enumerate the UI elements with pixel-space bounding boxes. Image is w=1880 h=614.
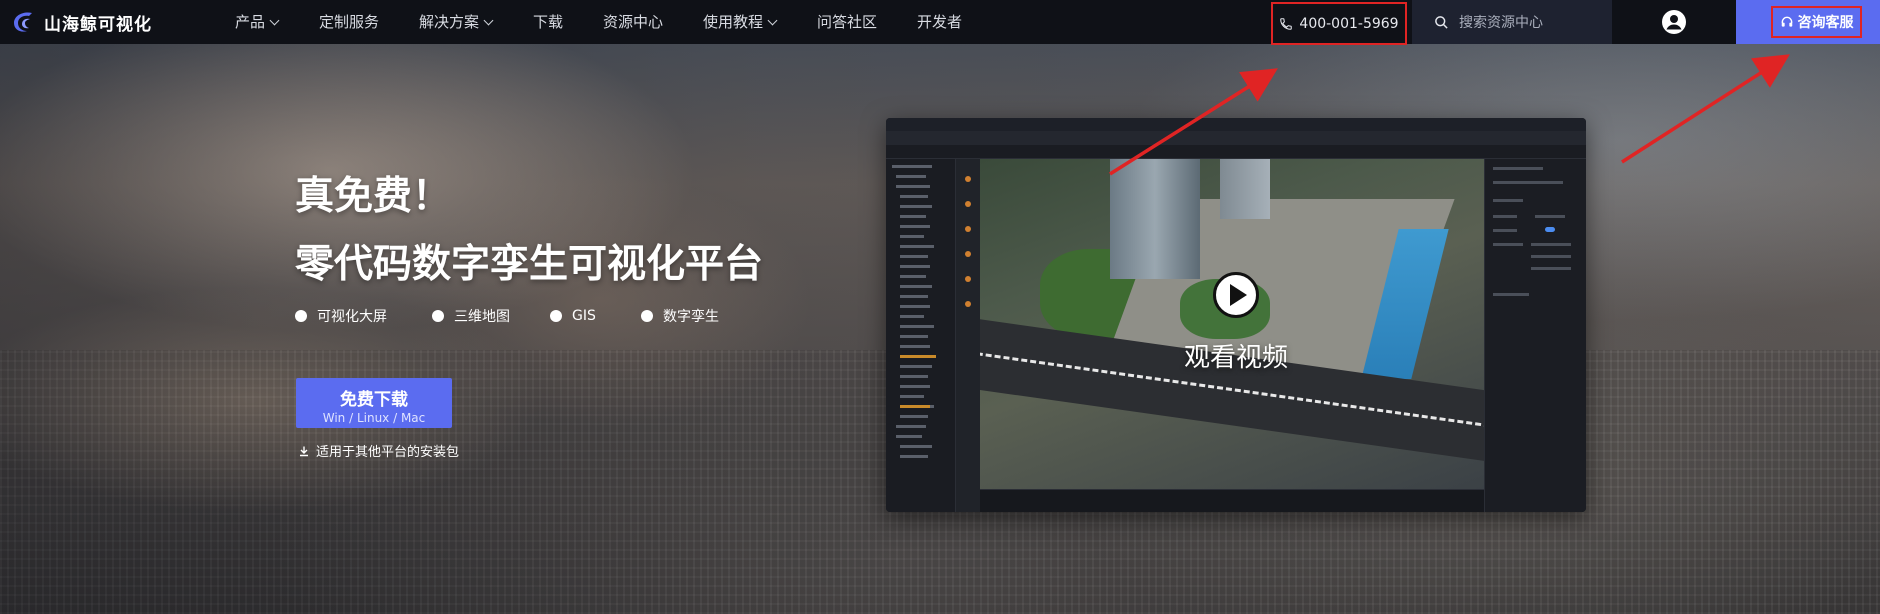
nav-item-label: 定制服务 <box>319 13 380 31</box>
chevron-down-icon <box>483 15 494 25</box>
nav-item-solutions[interactable]: 解决方案 <box>419 0 494 44</box>
phone-number[interactable]: 400-001-5969 <box>1271 2 1407 45</box>
other-packages-link[interactable]: 适用于其他平台的安装包 <box>298 441 459 460</box>
bullet-icon <box>641 310 653 322</box>
nav-item-tutorials[interactable]: 使用教程 <box>703 0 778 44</box>
feature-item: GIS <box>550 306 641 326</box>
feature-item: 可视化大屏 <box>295 306 432 326</box>
chevron-down-icon <box>767 15 778 25</box>
hero-title-line2: 零代码数字孪生可视化平台 <box>295 242 764 287</box>
feature-item: 数字孪生 <box>641 306 719 326</box>
bullet-icon <box>550 310 562 322</box>
hero-title-line1: 真免费！ <box>295 174 452 219</box>
nav-item-label: 问答社区 <box>817 13 878 31</box>
feature-label: 可视化大屏 <box>317 309 387 325</box>
brand-logo[interactable]: 山海鲸可视化 <box>10 9 152 35</box>
nav-item-label: 资源中心 <box>603 13 664 31</box>
nav-item-download[interactable]: 下载 <box>533 0 563 44</box>
consult-button[interactable]: 咨询客服 <box>1771 6 1862 38</box>
feature-list: 可视化大屏 三维地图 GIS 数字孪生 <box>295 306 719 326</box>
preview-address-bar <box>886 131 1586 145</box>
preview-property-panel <box>1484 159 1586 512</box>
nav-item-product[interactable]: 产品 <box>235 0 280 44</box>
preview-toolbar <box>886 145 1586 159</box>
preview-status-bar <box>980 489 1484 512</box>
download-icon <box>298 445 310 457</box>
preview-tab-bar <box>886 118 1586 131</box>
nav-item-custom-service[interactable]: 定制服务 <box>319 0 379 44</box>
nav-item-resources[interactable]: 资源中心 <box>603 0 663 44</box>
scene-building <box>1110 159 1200 279</box>
nav-item-developers[interactable]: 开发者 <box>917 0 962 44</box>
other-packages-label: 适用于其他平台的安装包 <box>316 445 460 460</box>
bullet-icon <box>432 310 444 322</box>
bullet-icon <box>295 310 307 322</box>
whale-logo-icon <box>10 9 36 35</box>
nav-item-label: 下载 <box>533 13 564 31</box>
preview-3d-scene <box>980 159 1484 489</box>
preview-icon-column <box>956 159 980 512</box>
nav-item-label: 产品 <box>235 13 266 31</box>
search-placeholder: 搜索资源中心 <box>1459 15 1543 31</box>
brand-name: 山海鲸可视化 <box>44 14 152 35</box>
scene-building <box>1220 159 1270 219</box>
user-avatar-icon[interactable] <box>1662 10 1686 34</box>
headset-icon <box>1780 15 1794 29</box>
feature-label: 数字孪生 <box>663 309 719 325</box>
nav-item-label: 使用教程 <box>703 13 764 31</box>
search-input[interactable]: 搜索资源中心 <box>1412 0 1612 44</box>
download-platforms: Win / Linux / Mac <box>322 411 426 425</box>
feature-label: GIS <box>572 308 596 324</box>
preview-layer-panel <box>886 159 956 512</box>
download-label: 免费下载 <box>340 390 408 410</box>
nav-item-label: 开发者 <box>917 13 963 31</box>
nav-item-community[interactable]: 问答社区 <box>817 0 877 44</box>
play-icon <box>1230 284 1247 306</box>
top-navigation: 山海鲸可视化 产品 定制服务 解决方案 下载 资源中心 使用教程 问答社区 开发… <box>0 0 1880 45</box>
free-download-button[interactable]: 免费下载 Win / Linux / Mac <box>296 378 452 428</box>
phone-number-text: 400-001-5969 <box>1299 15 1399 32</box>
nav-item-label: 解决方案 <box>419 13 480 31</box>
consult-label: 咨询客服 <box>1797 15 1854 31</box>
watch-video-label: 观看视频 <box>1184 343 1289 373</box>
play-video-button[interactable] <box>1213 272 1259 318</box>
chevron-down-icon <box>269 15 280 25</box>
feature-item: 三维地图 <box>432 306 550 326</box>
search-icon <box>1434 15 1449 30</box>
phone-icon <box>1279 17 1293 31</box>
feature-label: 三维地图 <box>454 309 510 325</box>
